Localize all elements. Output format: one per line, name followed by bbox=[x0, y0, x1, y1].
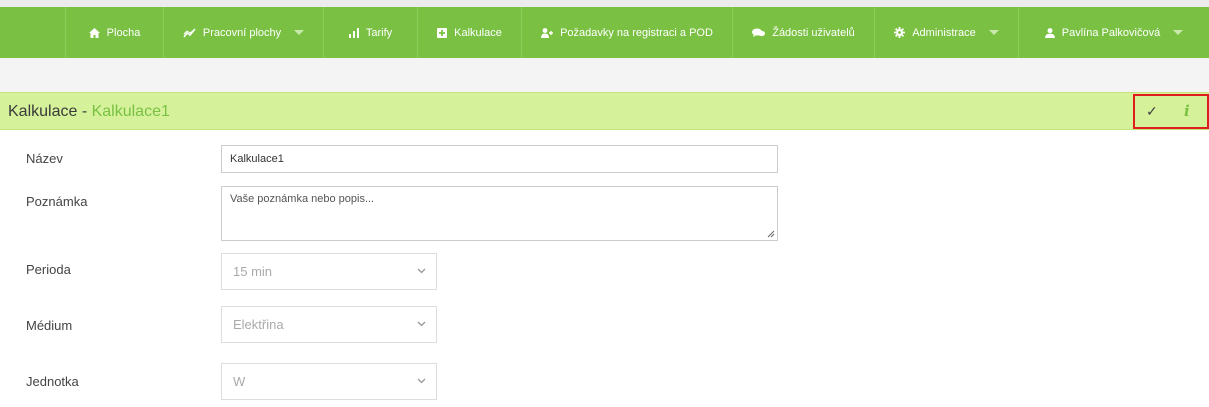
nav-item-pracovni-plochy[interactable]: Pracovní plochy bbox=[164, 7, 324, 58]
nav-item-label: Kalkulace bbox=[454, 26, 502, 39]
subheader-band bbox=[0, 58, 1209, 92]
home-icon bbox=[88, 27, 100, 38]
name-label: Název bbox=[26, 151, 63, 166]
chevron-down-icon bbox=[1173, 30, 1184, 35]
unit-label: Jednotka bbox=[26, 374, 79, 389]
nav-item-tarify[interactable]: Tarify bbox=[324, 7, 418, 58]
period-select-value: 15 min bbox=[233, 264, 273, 279]
chevron-down-icon bbox=[417, 378, 426, 384]
top-strip bbox=[0, 0, 1209, 7]
plus-square-icon bbox=[437, 27, 448, 38]
nav-item-zadosti[interactable]: Žádosti uživatelů bbox=[733, 7, 875, 58]
nav-item-kalkulace[interactable]: Kalkulace bbox=[418, 7, 522, 58]
bar-chart-icon bbox=[348, 27, 359, 38]
note-label: Poznámka bbox=[26, 194, 88, 209]
chevron-down-icon bbox=[294, 30, 305, 35]
nav-item-plocha[interactable]: Plocha bbox=[66, 7, 164, 58]
user-add-icon bbox=[541, 27, 554, 38]
gear-icon bbox=[894, 27, 906, 38]
navbar-spacer bbox=[0, 7, 66, 58]
medium-select[interactable]: Elektřina bbox=[221, 306, 437, 343]
unit-select[interactable]: W bbox=[221, 363, 437, 400]
nav-item-label: Pavlína Palkovičová bbox=[1061, 26, 1161, 39]
check-icon[interactable]: ✓ bbox=[1146, 103, 1158, 120]
nav-item-pozadavky[interactable]: Požadavky na registraci a POD bbox=[522, 7, 733, 58]
nav-item-label: Tarify bbox=[365, 26, 393, 39]
nav-item-label: Plocha bbox=[106, 26, 141, 39]
period-label: Perioda bbox=[26, 262, 71, 277]
chevron-down-icon bbox=[988, 30, 999, 35]
unit-select-value: W bbox=[233, 374, 246, 389]
nav-item-label: Administrace bbox=[912, 26, 976, 39]
comments-icon bbox=[752, 28, 766, 38]
medium-label: Médium bbox=[26, 318, 73, 333]
period-select[interactable]: 15 min bbox=[221, 253, 437, 290]
main-navbar: Plocha Pracovní plochy Tarify Kalkulace … bbox=[0, 7, 1209, 58]
page-title-separator: - bbox=[77, 103, 92, 120]
nav-item-user-menu[interactable]: Pavlína Palkovičová bbox=[1019, 7, 1209, 58]
chart-line-icon bbox=[183, 27, 196, 38]
page-title-subtitle: Kalkulace1 bbox=[91, 103, 170, 120]
medium-select-value: Elektřina bbox=[233, 317, 284, 332]
chevron-down-icon bbox=[417, 268, 426, 274]
chevron-down-icon bbox=[417, 321, 426, 327]
info-icon[interactable]: i bbox=[1184, 102, 1190, 120]
nav-item-label: Požadavky na registraci a POD bbox=[560, 26, 713, 39]
note-placeholder: Vaše poznámka nebo popis... bbox=[230, 193, 375, 205]
resize-grip-icon[interactable] bbox=[767, 230, 775, 238]
note-textarea[interactable]: Vaše poznámka nebo popis... bbox=[221, 186, 778, 241]
page-title: Kalkulace - Kalkulace1 bbox=[8, 103, 170, 121]
nav-item-label: Žádosti uživatelů bbox=[772, 26, 855, 39]
title-actions: ✓ i bbox=[1133, 94, 1209, 129]
user-icon bbox=[1044, 27, 1055, 38]
nav-item-administrace[interactable]: Administrace bbox=[875, 7, 1019, 58]
name-input[interactable]: Kalkulace1 bbox=[221, 145, 778, 173]
nav-item-label: Pracovní plochy bbox=[202, 26, 282, 39]
page-title-bar: Kalkulace - Kalkulace1 ✓ i bbox=[0, 92, 1209, 130]
page-title-main: Kalkulace bbox=[8, 103, 78, 120]
